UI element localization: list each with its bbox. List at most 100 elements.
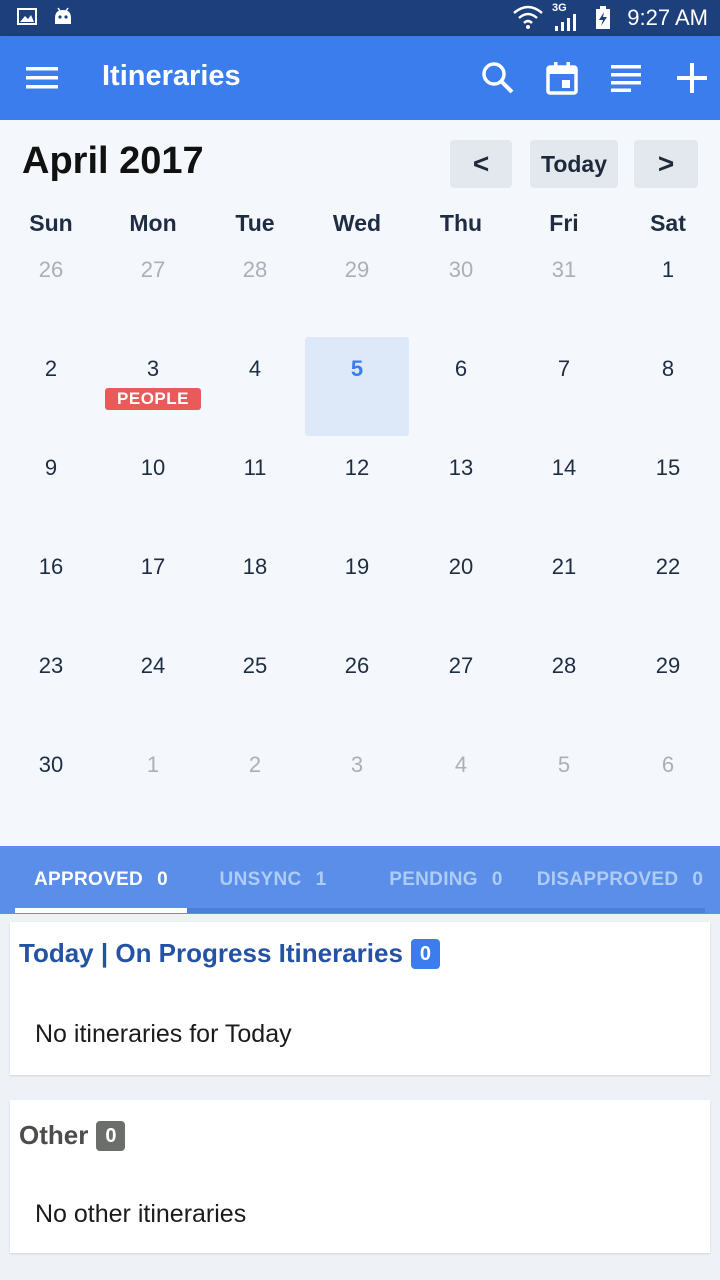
calendar-day[interactable]: 1 bbox=[101, 733, 205, 832]
calendar-day[interactable]: 2 bbox=[0, 337, 103, 436]
calendar-day[interactable]: 14 bbox=[512, 436, 616, 535]
calendar-day[interactable]: 5 bbox=[305, 337, 409, 436]
today-itineraries-card: Today | On Progress Itineraries 0 No iti… bbox=[10, 922, 710, 1075]
tab-label: DISAPPROVED bbox=[536, 869, 679, 890]
calendar-day[interactable]: 9 bbox=[0, 436, 103, 535]
day-number: 9 bbox=[44, 455, 58, 480]
day-number: 6 bbox=[454, 356, 468, 381]
calendar-day[interactable]: 10 bbox=[101, 436, 205, 535]
day-number: 14 bbox=[551, 455, 577, 480]
day-number: 26 bbox=[344, 653, 370, 678]
calendar-day[interactable]: 1 bbox=[616, 238, 720, 337]
day-number: 17 bbox=[140, 554, 166, 579]
tab-label: PENDING bbox=[389, 869, 478, 890]
search-icon[interactable] bbox=[476, 56, 520, 100]
calendar-day[interactable]: 29 bbox=[305, 238, 409, 337]
calendar-day[interactable]: 8 bbox=[616, 337, 720, 436]
day-number: 6 bbox=[661, 752, 675, 777]
calendar-day[interactable]: 6 bbox=[616, 733, 720, 832]
calendar-day[interactable]: 30 bbox=[0, 733, 103, 832]
weekday-label: Fri bbox=[549, 210, 579, 236]
day-number: 1 bbox=[661, 257, 675, 282]
day-number: 24 bbox=[140, 653, 166, 678]
day-number: 5 bbox=[350, 356, 364, 381]
day-number: 11 bbox=[243, 455, 267, 480]
today-button[interactable]: Today bbox=[530, 140, 618, 188]
today-section-title: Today | On Progress Itineraries bbox=[19, 938, 403, 968]
menu-icon[interactable] bbox=[20, 56, 64, 100]
calendar-day[interactable]: 3 bbox=[101, 337, 205, 436]
next-month-button[interactable]: > bbox=[634, 140, 698, 188]
calendar-icon[interactable] bbox=[540, 56, 584, 100]
other-itineraries-card: Other 0 No other itineraries bbox=[10, 1100, 710, 1253]
calendar-day[interactable]: 30 bbox=[409, 238, 513, 337]
calendar-day[interactable]: 22 bbox=[616, 535, 720, 634]
list-icon[interactable] bbox=[604, 56, 648, 100]
weekday-label: Sun bbox=[29, 210, 73, 236]
status-bar: 3G 9:27 AM bbox=[0, 0, 720, 36]
day-number: 27 bbox=[140, 257, 166, 282]
app-bar: Itineraries bbox=[0, 36, 720, 120]
add-icon[interactable] bbox=[670, 56, 714, 100]
tab-pending[interactable]: PENDING 0 bbox=[360, 846, 532, 914]
prev-month-button[interactable]: < bbox=[450, 140, 512, 188]
calendar-day[interactable]: 11 bbox=[203, 436, 307, 535]
day-number: 30 bbox=[448, 257, 474, 282]
calendar-day[interactable]: 4 bbox=[203, 337, 307, 436]
calendar-day[interactable]: 31 bbox=[512, 238, 616, 337]
tab-track bbox=[187, 908, 705, 913]
signal-icon bbox=[554, 12, 578, 37]
calendar-day[interactable]: 26 bbox=[305, 634, 409, 733]
active-tab-indicator bbox=[15, 908, 187, 913]
day-number: 31 bbox=[551, 257, 577, 282]
today-section-heading: Today | On Progress Itineraries 0 bbox=[19, 938, 441, 969]
calendar-day[interactable]: 29 bbox=[616, 634, 720, 733]
tab-unsync[interactable]: UNSYNC 1 bbox=[190, 846, 356, 914]
calendar-day[interactable]: 28 bbox=[203, 238, 307, 337]
other-section-heading: Other 0 bbox=[19, 1120, 126, 1151]
page-title: Itineraries bbox=[102, 60, 241, 92]
calendar-day[interactable]: 25 bbox=[203, 634, 307, 733]
day-number: 19 bbox=[344, 554, 370, 579]
calendar-day[interactable]: 27 bbox=[101, 238, 205, 337]
calendar-day[interactable]: 6 bbox=[409, 337, 513, 436]
calendar-day[interactable]: 19 bbox=[305, 535, 409, 634]
calendar-day[interactable]: 12 bbox=[305, 436, 409, 535]
calendar-day[interactable]: 13 bbox=[409, 436, 513, 535]
calendar-day[interactable]: 28 bbox=[512, 634, 616, 733]
day-number: 13 bbox=[448, 455, 474, 480]
day-number: 10 bbox=[140, 455, 166, 480]
tab-disapproved[interactable]: DISAPPROVED 0 bbox=[534, 846, 706, 914]
day-number: 16 bbox=[38, 554, 64, 579]
calendar-day[interactable]: 23 bbox=[0, 634, 103, 733]
image-icon bbox=[16, 6, 38, 33]
today-count-badge: 0 bbox=[410, 938, 441, 969]
day-number: 25 bbox=[242, 653, 268, 678]
day-number: 15 bbox=[655, 455, 681, 480]
today-empty-message: No itineraries for Today bbox=[35, 1020, 292, 1048]
calendar-day[interactable]: 18 bbox=[203, 535, 307, 634]
tab-count: 0 bbox=[157, 869, 168, 890]
calendar-day[interactable]: 21 bbox=[512, 535, 616, 634]
calendar-day[interactable]: 24 bbox=[101, 634, 205, 733]
other-section-title: Other bbox=[19, 1120, 89, 1150]
day-number: 23 bbox=[38, 653, 64, 678]
weekday-label: Thu bbox=[439, 210, 483, 236]
calendar-day[interactable]: 2 bbox=[203, 733, 307, 832]
calendar-day[interactable]: 26 bbox=[0, 238, 103, 337]
tab-approved[interactable]: APPROVED 0 bbox=[15, 846, 187, 914]
calendar-day[interactable]: 3 bbox=[305, 733, 409, 832]
status-tabs: APPROVED 0 UNSYNC 1 PENDING 0 DISAPPROVED 0 bbox=[0, 846, 720, 914]
calendar-day[interactable]: 16 bbox=[0, 535, 103, 634]
calendar-day[interactable]: 17 bbox=[101, 535, 205, 634]
day-number: 5 bbox=[557, 752, 571, 777]
calendar-day[interactable]: 20 bbox=[409, 535, 513, 634]
calendar-day[interactable]: 4 bbox=[409, 733, 513, 832]
weekday-label: Tue bbox=[235, 210, 275, 236]
calendar-day[interactable]: 15 bbox=[616, 436, 720, 535]
day-number: 30 bbox=[38, 752, 64, 777]
calendar-day[interactable]: 5 bbox=[512, 733, 616, 832]
event-badge-people[interactable]: PEOPLE bbox=[105, 388, 201, 410]
calendar-day[interactable]: 27 bbox=[409, 634, 513, 733]
calendar-day[interactable]: 7 bbox=[512, 337, 616, 436]
